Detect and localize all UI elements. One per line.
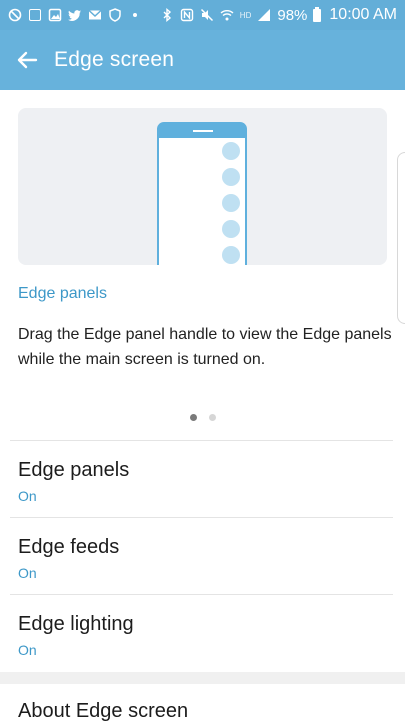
panel-shortcut-dot — [222, 194, 240, 212]
nfc-icon — [180, 8, 194, 22]
signal-icon — [257, 8, 271, 22]
setting-edge-feeds[interactable]: Edge feeds On — [0, 518, 405, 594]
setting-edge-lighting[interactable]: Edge lighting On — [0, 595, 405, 671]
preview-title: Edge panels — [18, 285, 107, 302]
gmail-icon — [88, 8, 102, 22]
setting-title: Edge feeds — [18, 536, 120, 558]
app-bar: Edge screen — [0, 30, 405, 90]
setting-title: Edge panels — [18, 459, 130, 481]
bluetooth-icon — [160, 8, 174, 22]
panel-shortcut-dot — [222, 220, 240, 238]
page-title: Edge screen — [54, 48, 175, 71]
setting-title: Edge lighting — [18, 613, 134, 635]
gallery-icon — [48, 8, 62, 22]
section-gap — [0, 672, 405, 684]
arrow-left-icon — [17, 51, 38, 69]
wifi-icon — [220, 8, 234, 22]
block-icon — [8, 8, 22, 22]
setting-edge-panels[interactable]: Edge panels On — [0, 441, 405, 517]
twitter-icon — [68, 8, 82, 22]
system-status: HD 98% 10:00 AM — [160, 6, 397, 24]
phone-status-bar — [159, 124, 245, 138]
page-indicator[interactable] — [0, 414, 405, 421]
panel-shortcut-dot — [222, 246, 240, 264]
status-bar: HD 98% 10:00 AM — [0, 0, 405, 30]
page-dot[interactable] — [208, 414, 216, 421]
network-type-label: HD — [239, 10, 252, 20]
clock: 10:00 AM — [329, 6, 397, 23]
panel-shortcut-dot — [222, 168, 240, 186]
preview-description: Drag the Edge panel handle to view the E… — [18, 326, 392, 368]
setting-status: On — [18, 565, 37, 581]
samsung-icon — [28, 8, 42, 22]
battery-percent: 98% — [277, 6, 308, 24]
notification-icons — [8, 8, 142, 22]
edge-panel-preview[interactable] — [18, 108, 387, 265]
panel-shortcut-dot — [222, 142, 240, 160]
more-icon — [128, 8, 142, 22]
battery-icon — [313, 6, 322, 22]
phone-illustration — [157, 122, 247, 265]
page-dot-active[interactable] — [189, 414, 197, 421]
shield-icon — [108, 8, 122, 22]
mute-icon — [200, 8, 214, 22]
back-button[interactable] — [0, 30, 54, 90]
edge-panel-handle[interactable] — [397, 152, 405, 324]
setting-status: On — [18, 642, 37, 658]
setting-status: On — [18, 488, 37, 504]
